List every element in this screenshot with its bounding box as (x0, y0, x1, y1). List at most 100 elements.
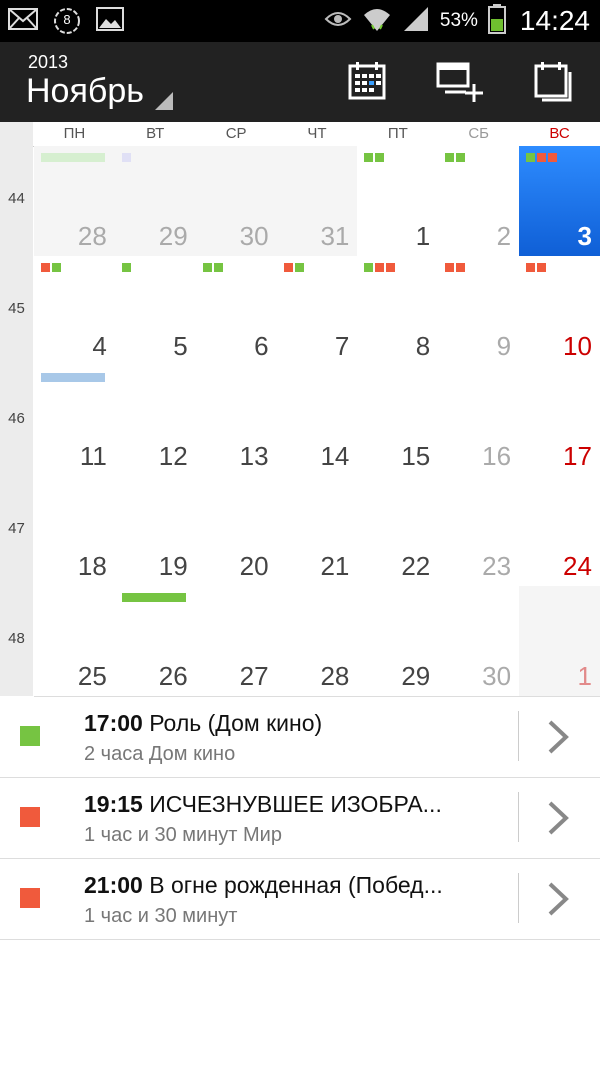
event-color-square (20, 726, 40, 746)
day-cell[interactable]: 14 (276, 366, 359, 477)
event-row[interactable]: 21:00 В огне рожденная (Побед... 1 час и … (0, 859, 600, 940)
day-cell[interactable]: 17 (519, 366, 600, 477)
event-markers (121, 263, 131, 272)
event-dot (526, 263, 536, 272)
chevron-right-icon[interactable] (545, 719, 571, 755)
day-cell[interactable]: 30 (438, 586, 521, 697)
day-number: 3 (577, 221, 592, 251)
day-number: 28 (77, 221, 107, 251)
chevron-right-icon[interactable] (545, 800, 571, 836)
add-event-button[interactable] (436, 60, 486, 104)
event-dot (548, 153, 558, 162)
event-details: 1 час и 30 минут (84, 905, 238, 927)
day-cell[interactable]: 7 (276, 256, 359, 367)
day-cell[interactable]: 22 (357, 476, 440, 587)
event-time: 21:00 (84, 872, 143, 898)
day-number: 14 (320, 441, 350, 471)
event-row[interactable]: 17:00 Роль (Дом кино) 2 часа Дом кино (0, 697, 600, 778)
clock: 14:24 (519, 5, 590, 36)
event-bar (41, 373, 105, 382)
day-number: 13 (239, 441, 269, 471)
day-cell[interactable]: 16 (438, 366, 521, 477)
day-number: 30 (482, 661, 512, 691)
event-details: 2 часа Дом кино (84, 743, 236, 765)
week-number: 48 (8, 630, 25, 647)
event-dot (445, 153, 455, 162)
day-cell[interactable]: 13 (195, 366, 278, 477)
day-cell[interactable]: 1 (519, 586, 600, 697)
action-bar: 2013 Ноябрь (0, 42, 600, 122)
day-cell[interactable]: 26 (114, 586, 197, 697)
event-title: 21:00 В огне рожденная (Побед... (84, 872, 514, 899)
day-cell[interactable]: 31 (276, 146, 359, 257)
day-cell[interactable]: 19 (114, 476, 197, 587)
day-cell[interactable]: 25 (34, 586, 116, 697)
day-cell[interactable]: 11 (34, 366, 116, 477)
today-icon (534, 62, 572, 102)
event-dot (386, 263, 396, 272)
day-cell[interactable]: 29 (114, 146, 197, 257)
event-dot (364, 153, 374, 162)
day-cell[interactable]: 18 (34, 476, 116, 587)
month-view-button[interactable] (346, 60, 390, 104)
day-cell[interactable]: 4 (34, 256, 116, 367)
day-number: 1 (415, 221, 431, 251)
day-number: 21 (320, 551, 350, 581)
day-cell[interactable]: 10 (519, 256, 600, 367)
day-number: 5 (173, 331, 188, 361)
day-cell[interactable]: 15 (357, 366, 440, 477)
event-dot (283, 263, 293, 272)
day-cell[interactable]: 9 (438, 256, 521, 367)
day-cell[interactable]: 28 (34, 146, 116, 257)
battery-percent: 53% (439, 10, 478, 31)
event-dot (445, 263, 455, 272)
event-name: Роль (Дом кино) (142, 710, 323, 736)
month-grid: 44 28 29 30 31 1 2 3 45 4 5 6 7 8 9 10 46 11 12 13 14 15 16 17 4… (0, 146, 600, 697)
event-color-square (20, 807, 40, 827)
event-name: ИСЧЕЗНУВШЕЕ ИЗОБРА... (142, 791, 442, 817)
week-number: 46 (8, 410, 25, 427)
day-cell[interactable]: 20 (195, 476, 278, 587)
day-cell[interactable]: 29 (357, 586, 440, 697)
day-number: 29 (158, 221, 188, 251)
today-button[interactable] (532, 60, 576, 104)
event-dot (456, 263, 466, 272)
day-number: 23 (482, 551, 512, 581)
event-markers (445, 153, 466, 162)
day-number: 2 (496, 221, 512, 251)
day-cell[interactable]: 27 (195, 586, 278, 697)
day-number: 1 (577, 661, 592, 691)
day-number: 30 (239, 221, 269, 251)
day-cell-today[interactable]: 3 (519, 146, 600, 257)
day-cell[interactable]: 5 (114, 256, 197, 367)
day-cell[interactable]: 1 (357, 146, 440, 257)
chevron-right-icon[interactable] (545, 881, 571, 917)
calendar-grid-icon (348, 62, 386, 100)
day-cell[interactable]: 28 (276, 586, 359, 697)
event-markers (41, 263, 61, 272)
day-number: 9 (496, 331, 512, 361)
add-event-icon (436, 62, 483, 102)
day-cell[interactable]: 23 (438, 476, 521, 587)
day-cell[interactable]: 12 (114, 366, 197, 477)
day-number: 18 (77, 551, 107, 581)
weekday-label: ПН (63, 125, 86, 142)
day-cell[interactable]: 21 (276, 476, 359, 587)
day-number: 10 (563, 331, 592, 361)
event-row[interactable]: 19:15 ИСЧЕЗНУВШЕЕ ИЗОБРА... 1 час и 30 ми… (0, 778, 600, 859)
event-title: 17:00 Роль (Дом кино) (84, 710, 514, 737)
day-number: 12 (158, 441, 188, 471)
day-number: 17 (563, 441, 592, 471)
day-number: 6 (254, 331, 269, 361)
day-cell[interactable]: 24 (519, 476, 600, 587)
day-cell[interactable]: 8 (357, 256, 440, 367)
event-dot (526, 153, 536, 162)
event-details: 1 час и 30 минут Мир (84, 824, 282, 846)
day-cell[interactable]: 2 (438, 146, 521, 257)
day-cell[interactable]: 6 (195, 256, 278, 367)
day-cell[interactable]: 30 (195, 146, 278, 257)
dropdown-triangle-icon (155, 92, 173, 110)
weekday-label: ПТ (387, 125, 408, 142)
weekday-header: ПН ВТ СР ЧТ ПТ СБ ВС (0, 122, 600, 147)
event-dot (364, 263, 374, 272)
